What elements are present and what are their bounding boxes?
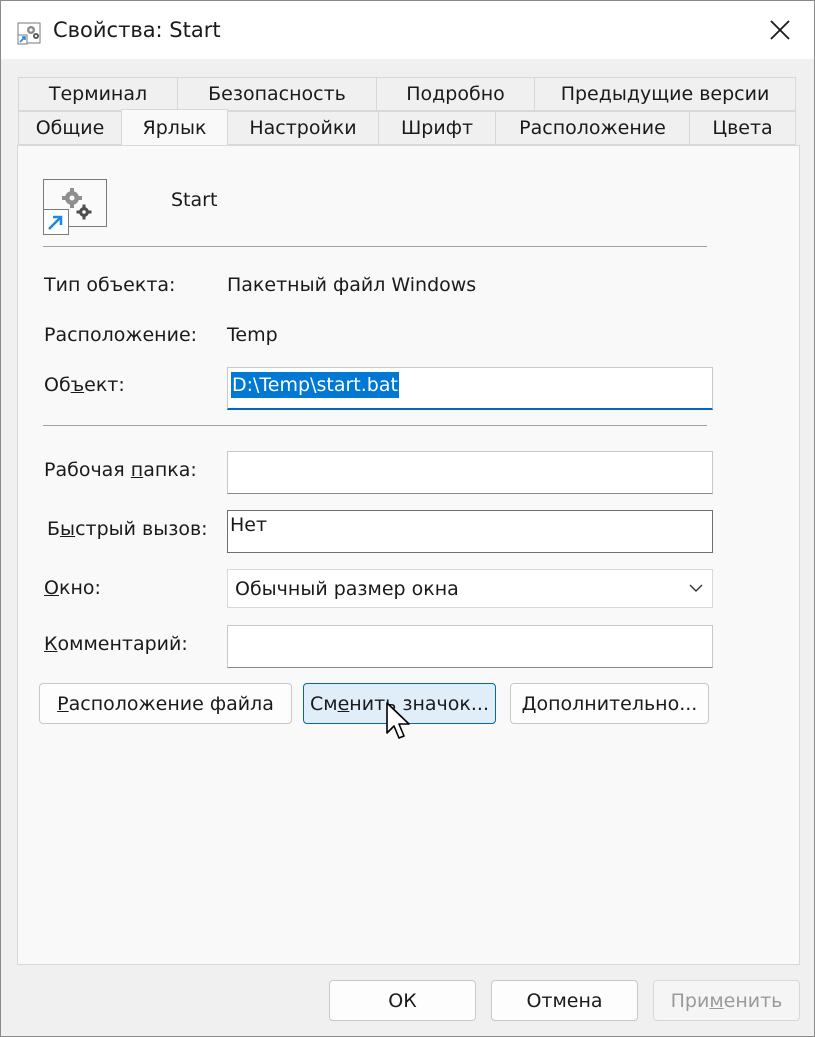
- title-bar: Свойства: Start: [1, 1, 814, 59]
- comment-input[interactable]: [227, 625, 713, 668]
- shortcut-arrow-icon: [43, 209, 69, 235]
- tab-details[interactable]: Подробно: [376, 77, 535, 111]
- window-size-select[interactable]: Обычный размер окна: [227, 569, 713, 608]
- advanced-button[interactable]: Дополнительно...: [510, 683, 709, 724]
- hotkey-input[interactable]: Нет: [227, 510, 713, 553]
- workdir-input[interactable]: [227, 451, 713, 494]
- target-selected-text: D:\Temp\start.bat: [231, 372, 399, 398]
- window-title: Свойства: Start: [53, 18, 221, 42]
- tab-options[interactable]: Настройки: [227, 111, 379, 145]
- location-label: Расположение:: [44, 324, 198, 346]
- close-icon: [770, 20, 790, 40]
- type-label: Тип объекта:: [44, 274, 176, 296]
- location-value: Temp: [227, 324, 278, 346]
- apply-button[interactable]: При м енить: [653, 980, 800, 1021]
- tab-security[interactable]: Безопасность: [177, 77, 377, 111]
- close-button[interactable]: [746, 1, 814, 59]
- tab-colors[interactable]: Цвета: [689, 111, 796, 145]
- properties-dialog: Свойства: Start Терминал Безопасность По…: [0, 0, 815, 1037]
- tab-terminal[interactable]: Терминал: [18, 77, 178, 111]
- separator: [43, 246, 707, 247]
- tab-general[interactable]: Общие: [18, 111, 122, 145]
- chevron-down-icon: [689, 584, 703, 592]
- tab-shortcut[interactable]: Ярлык: [121, 109, 228, 145]
- workdir-label: Рабочая папка:: [44, 459, 197, 481]
- comment-label: Комментарий:: [44, 633, 188, 655]
- shortcut-name: Start: [171, 189, 218, 211]
- tab-font[interactable]: Шрифт: [378, 111, 496, 145]
- cancel-button[interactable]: Отмена: [491, 980, 638, 1021]
- tab-layout[interactable]: Расположение: [495, 111, 690, 145]
- ok-button[interactable]: ОК: [329, 980, 476, 1021]
- mouse-pointer-icon: [386, 702, 410, 739]
- shortcut-tab-panel: [17, 145, 800, 965]
- hotkey-label: Быстрый вызов:: [47, 518, 208, 540]
- separator: [43, 425, 707, 426]
- bat-file-gear-icon: [17, 22, 41, 45]
- tab-previous-versions[interactable]: Предыдущие версии: [534, 77, 796, 111]
- target-label: Объект:: [44, 374, 125, 396]
- open-file-location-button[interactable]: Расположение файла: [39, 683, 292, 724]
- type-value: Пакетный файл Windows: [227, 274, 477, 296]
- window-label: Окно:: [44, 577, 101, 599]
- target-input[interactable]: D:\Temp\start.bat: [227, 367, 713, 410]
